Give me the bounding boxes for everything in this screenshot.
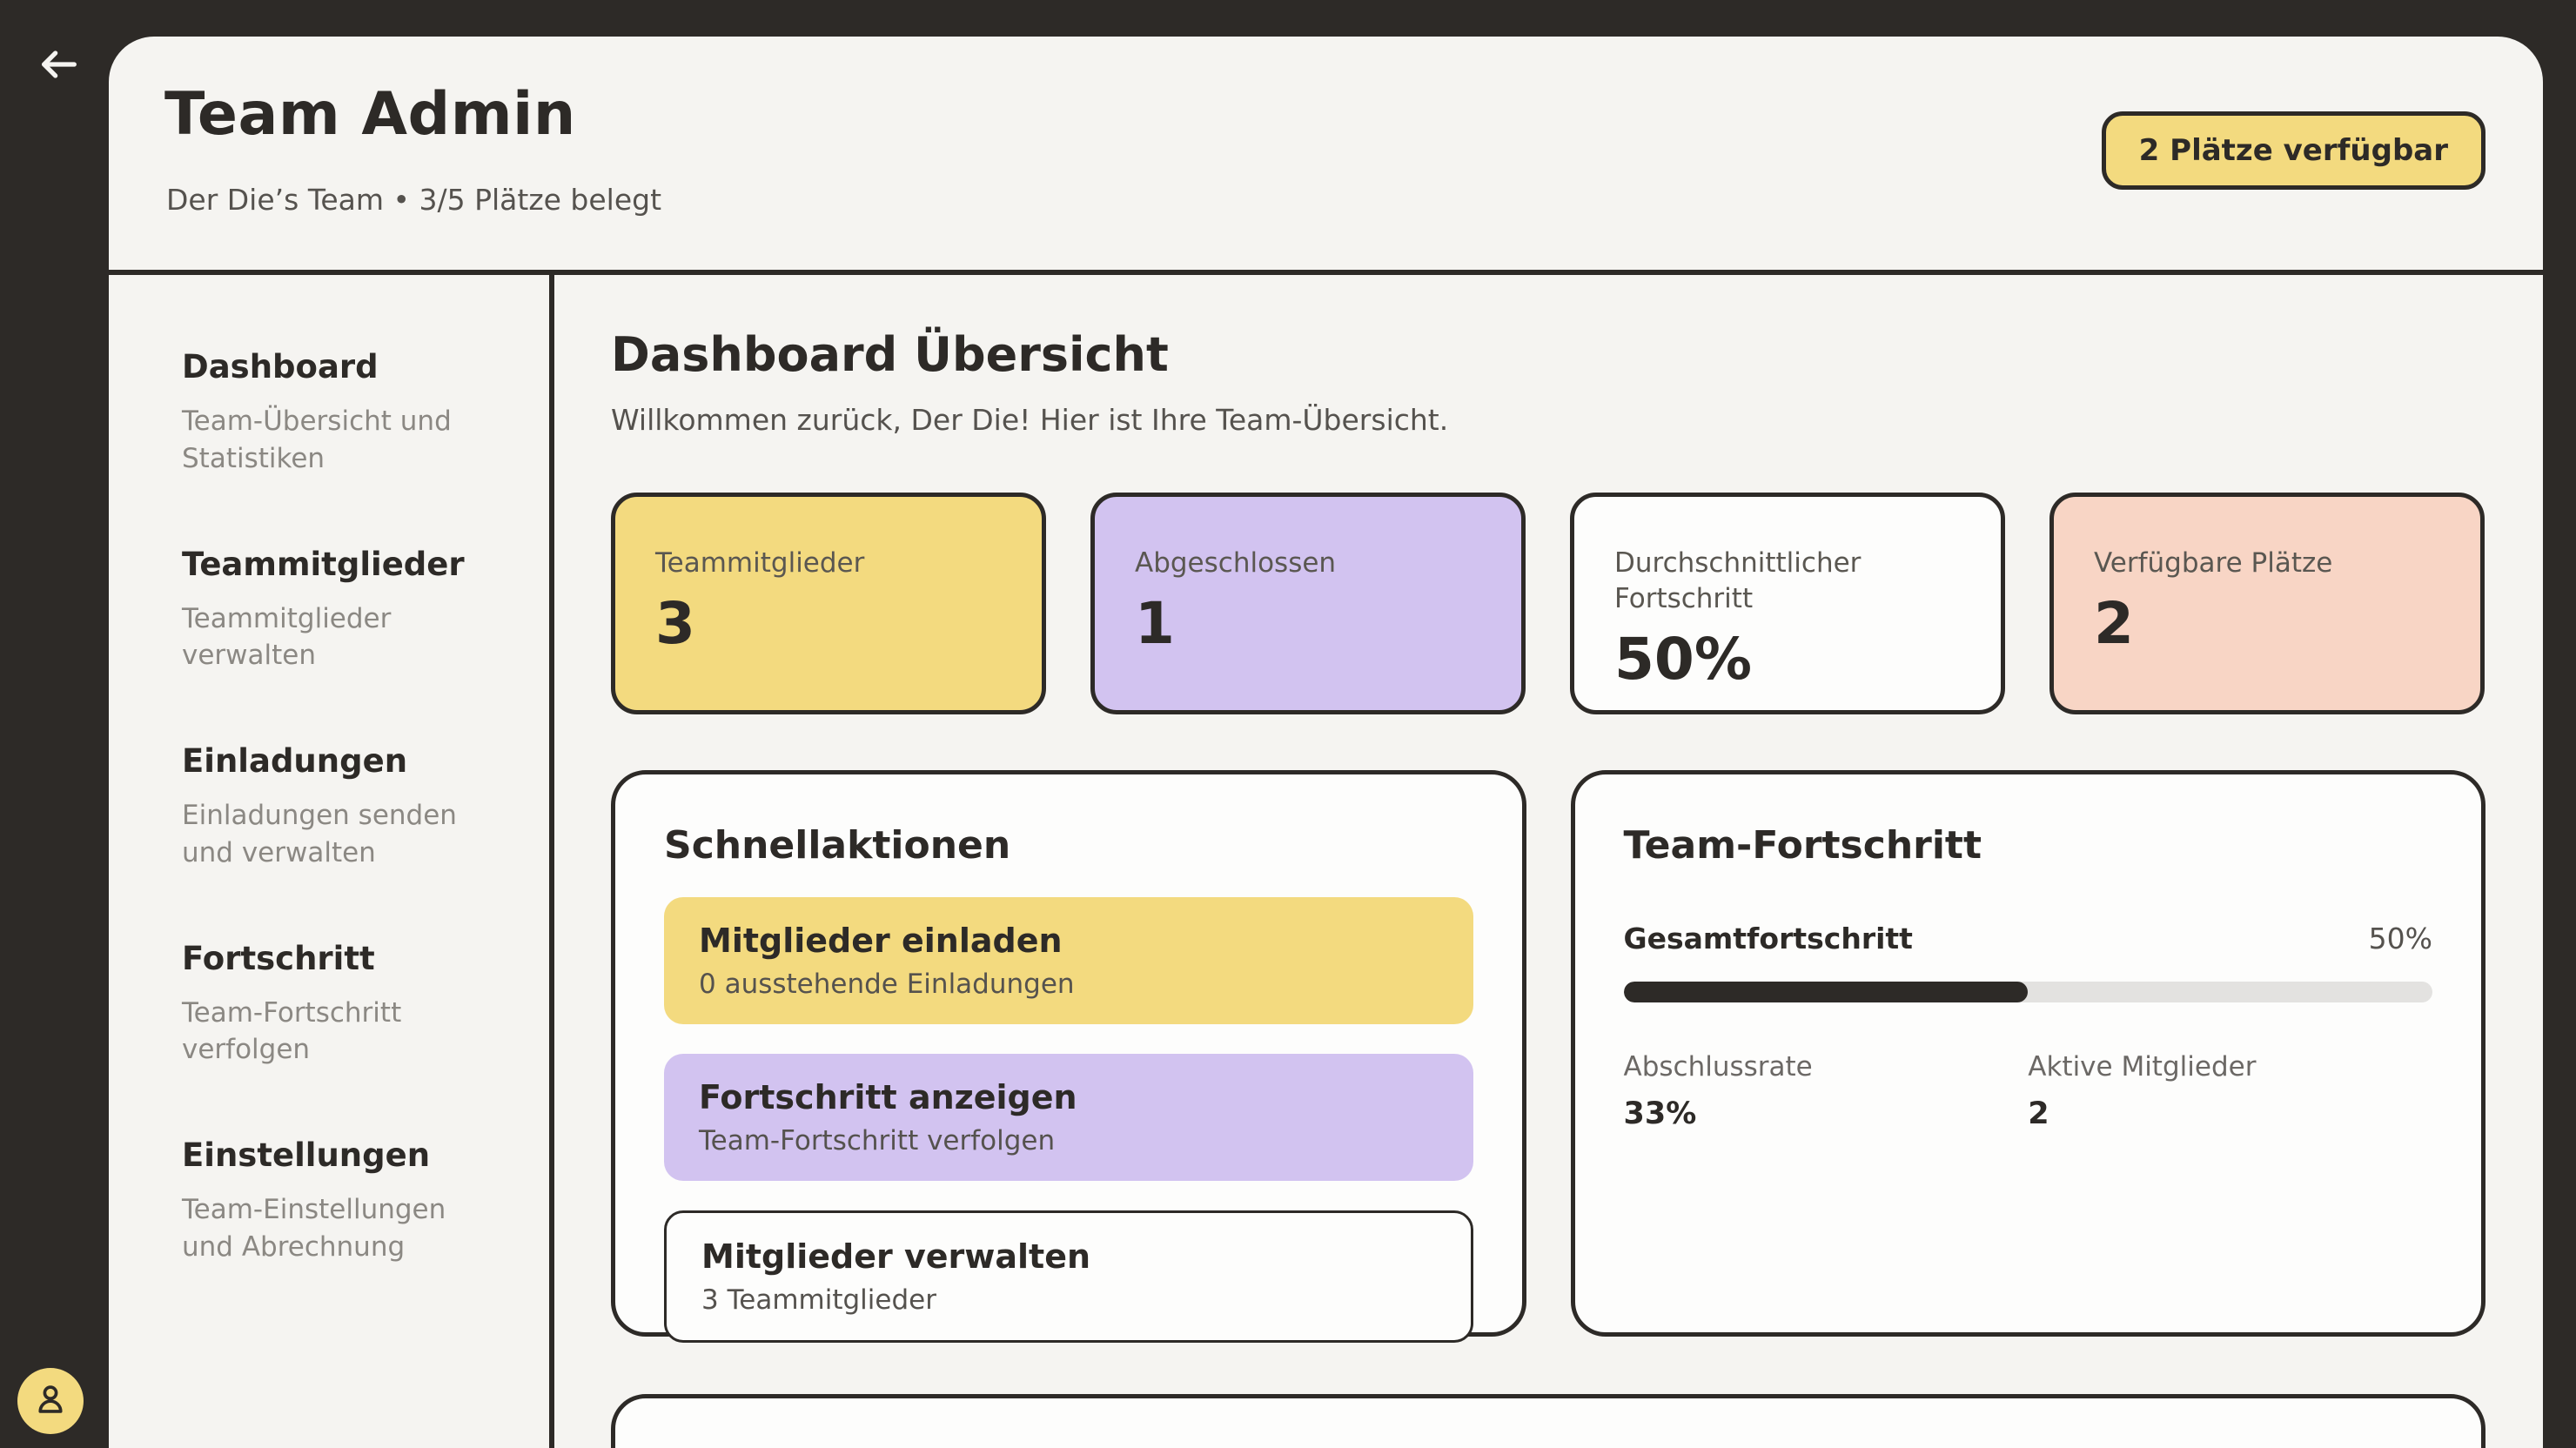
sidebar-item-einladungen[interactable]: Einladungen Einladungen senden und verwa… bbox=[182, 742, 500, 872]
action-invite-members[interactable]: Mitglieder einladen 0 ausstehende Einlad… bbox=[664, 897, 1473, 1024]
seats-available-badge: 2 Plätze verfügbar bbox=[2102, 111, 2485, 190]
sidebar-item-description: Team-Einstellungen und Abrechnung bbox=[182, 1191, 486, 1266]
sidebar-item-description: Team-Fortschritt verfolgen bbox=[182, 995, 486, 1069]
quick-actions-card: Schnellaktionen Mitglieder einladen 0 au… bbox=[611, 770, 1526, 1337]
welcome-text: Willkommen zurück, Der Die! Hier ist Ihr… bbox=[611, 403, 2485, 437]
header: Team Admin Der Die’s Team • 3/5 Plätze b… bbox=[109, 37, 2543, 270]
progress-stats: Abschlussrate 33% Aktive Mitglieder 2 bbox=[1624, 1051, 2433, 1131]
progress-stat-abschlussrate: Abschlussrate 33% bbox=[1624, 1051, 2029, 1131]
screen: Team Admin Der Die’s Team • 3/5 Plätze b… bbox=[0, 0, 2576, 1448]
progress-stat-label: Abschlussrate bbox=[1624, 1051, 2029, 1083]
progress-stat-value: 2 bbox=[2028, 1096, 2432, 1131]
content: Dashboard Team-Übersicht und Statistiken… bbox=[109, 275, 2543, 1448]
action-title: Mitglieder einladen bbox=[699, 922, 1439, 960]
user-avatar[interactable] bbox=[17, 1368, 84, 1434]
sidebar-item-label: Dashboard bbox=[182, 348, 500, 385]
action-manage-members[interactable]: Mitglieder verwalten 3 Teammitglieder bbox=[664, 1210, 1473, 1343]
action-description: 3 Teammitglieder bbox=[701, 1284, 1436, 1316]
page-subtitle: Der Die’s Team • 3/5 Plätze belegt bbox=[166, 183, 661, 217]
progress-stat-value: 33% bbox=[1624, 1096, 2029, 1131]
main-panel: Team Admin Der Die’s Team • 3/5 Plätze b… bbox=[109, 37, 2543, 1448]
stats-row: Teammitglieder 3 Abgeschlossen 1 Durchsc… bbox=[611, 493, 2485, 714]
progress-stat-aktive-mitglieder: Aktive Mitglieder 2 bbox=[2028, 1051, 2432, 1131]
stat-card-teammitglieder: Teammitglieder 3 bbox=[611, 493, 1046, 714]
stat-card-verfuegbare-plaetze: Verfügbare Plätze 2 bbox=[2049, 493, 2485, 714]
sidebar-item-label: Fortschritt bbox=[182, 940, 500, 977]
sidebar-item-label: Teammitglieder bbox=[182, 546, 500, 583]
progress-stat-label: Aktive Mitglieder bbox=[2028, 1051, 2432, 1083]
sidebar-item-label: Einstellungen bbox=[182, 1136, 500, 1174]
cards-row: Schnellaktionen Mitglieder einladen 0 au… bbox=[611, 770, 2485, 1337]
overall-progress-row: Gesamtfortschritt 50% bbox=[1624, 922, 2433, 955]
sidebar-item-teammitglieder[interactable]: Teammitglieder Teammitglieder verwalten bbox=[182, 546, 500, 675]
page-title: Team Admin bbox=[164, 80, 576, 149]
dashboard-heading: Dashboard Übersicht bbox=[611, 327, 2485, 382]
stat-card-durchschnittlicher-fortschritt: Durchschnittlicher Fortschritt 50% bbox=[1570, 493, 2005, 714]
sidebar-item-description: Einladungen senden und verwalten bbox=[182, 797, 486, 872]
stat-value: 2 bbox=[2094, 590, 2440, 657]
stat-card-abgeschlossen: Abgeschlossen 1 bbox=[1090, 493, 1526, 714]
stat-value: 1 bbox=[1135, 590, 1481, 657]
team-progress-title: Team-Fortschritt bbox=[1624, 823, 2433, 868]
back-button[interactable] bbox=[33, 40, 85, 92]
stat-label: Durchschnittlicher Fortschritt bbox=[1614, 546, 1902, 617]
action-title: Fortschritt anzeigen bbox=[699, 1078, 1439, 1116]
person-icon bbox=[31, 1380, 70, 1422]
team-progress-card: Team-Fortschritt Gesamtfortschritt 50% A… bbox=[1571, 770, 2486, 1337]
action-title: Mitglieder verwalten bbox=[701, 1237, 1436, 1276]
action-description: Team-Fortschritt verfolgen bbox=[699, 1125, 1439, 1156]
dashboard-main: Dashboard Übersicht Willkommen zurück, D… bbox=[554, 275, 2543, 1448]
team-members-card: Teammitglieder bbox=[611, 1394, 2485, 1448]
sidebar-item-fortschritt[interactable]: Fortschritt Team-Fortschritt verfolgen bbox=[182, 940, 500, 1069]
sidebar-item-dashboard[interactable]: Dashboard Team-Übersicht und Statistiken bbox=[182, 348, 500, 478]
overall-progress-value: 50% bbox=[2369, 922, 2432, 955]
stat-label: Verfügbare Plätze bbox=[2094, 546, 2381, 581]
sidebar-item-description: Teammitglieder verwalten bbox=[182, 600, 486, 675]
stat-value: 3 bbox=[655, 590, 1002, 657]
overall-progress-label: Gesamtfortschritt bbox=[1624, 922, 1913, 955]
sidebar: Dashboard Team-Übersicht und Statistiken… bbox=[109, 275, 554, 1448]
stat-label: Abgeschlossen bbox=[1135, 546, 1422, 581]
sidebar-item-description: Team-Übersicht und Statistiken bbox=[182, 403, 486, 478]
stat-label: Teammitglieder bbox=[655, 546, 943, 581]
progress-bar bbox=[1624, 982, 2433, 1002]
action-description: 0 ausstehende Einladungen bbox=[699, 969, 1439, 1000]
arrow-left-icon bbox=[37, 42, 82, 90]
stat-value: 50% bbox=[1614, 626, 1961, 693]
quick-actions-title: Schnellaktionen bbox=[664, 823, 1473, 868]
progress-bar-fill bbox=[1624, 982, 2029, 1002]
sidebar-item-label: Einladungen bbox=[182, 742, 500, 780]
sidebar-item-einstellungen[interactable]: Einstellungen Team-Einstellungen und Abr… bbox=[182, 1136, 500, 1266]
action-view-progress[interactable]: Fortschritt anzeigen Team-Fortschritt ve… bbox=[664, 1054, 1473, 1181]
